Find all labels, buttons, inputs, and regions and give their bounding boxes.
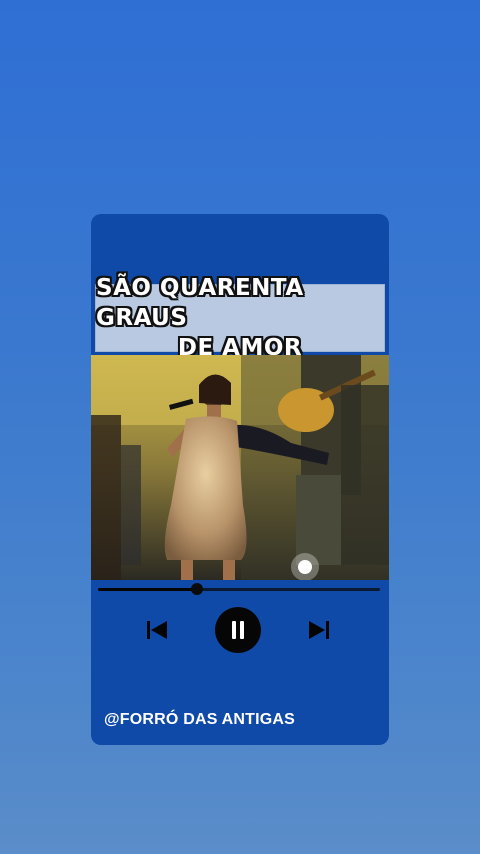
playback-controls bbox=[91, 606, 389, 656]
next-button[interactable] bbox=[307, 618, 331, 642]
progress-thumb[interactable] bbox=[190, 583, 203, 595]
skip-previous-icon bbox=[147, 621, 167, 639]
progress-fill bbox=[98, 588, 197, 591]
pause-button[interactable] bbox=[215, 607, 261, 653]
player-card: SÃO QUARENTA GRAUS DE AMOR @FORRÓ DAS AN… bbox=[91, 214, 389, 745]
progress-bar[interactable] bbox=[98, 583, 380, 595]
video-frame[interactable] bbox=[91, 355, 389, 580]
song-title-banner: SÃO QUARENTA GRAUS DE AMOR bbox=[95, 275, 385, 361]
concert-performance-image bbox=[91, 355, 389, 580]
pause-icon bbox=[232, 621, 236, 639]
channel-name: @FORRÓ DAS ANTIGAS bbox=[104, 711, 296, 728]
song-title-line-1: SÃO QUARENTA GRAUS bbox=[96, 275, 304, 331]
skip-next-icon bbox=[309, 621, 329, 639]
previous-button[interactable] bbox=[145, 618, 169, 642]
